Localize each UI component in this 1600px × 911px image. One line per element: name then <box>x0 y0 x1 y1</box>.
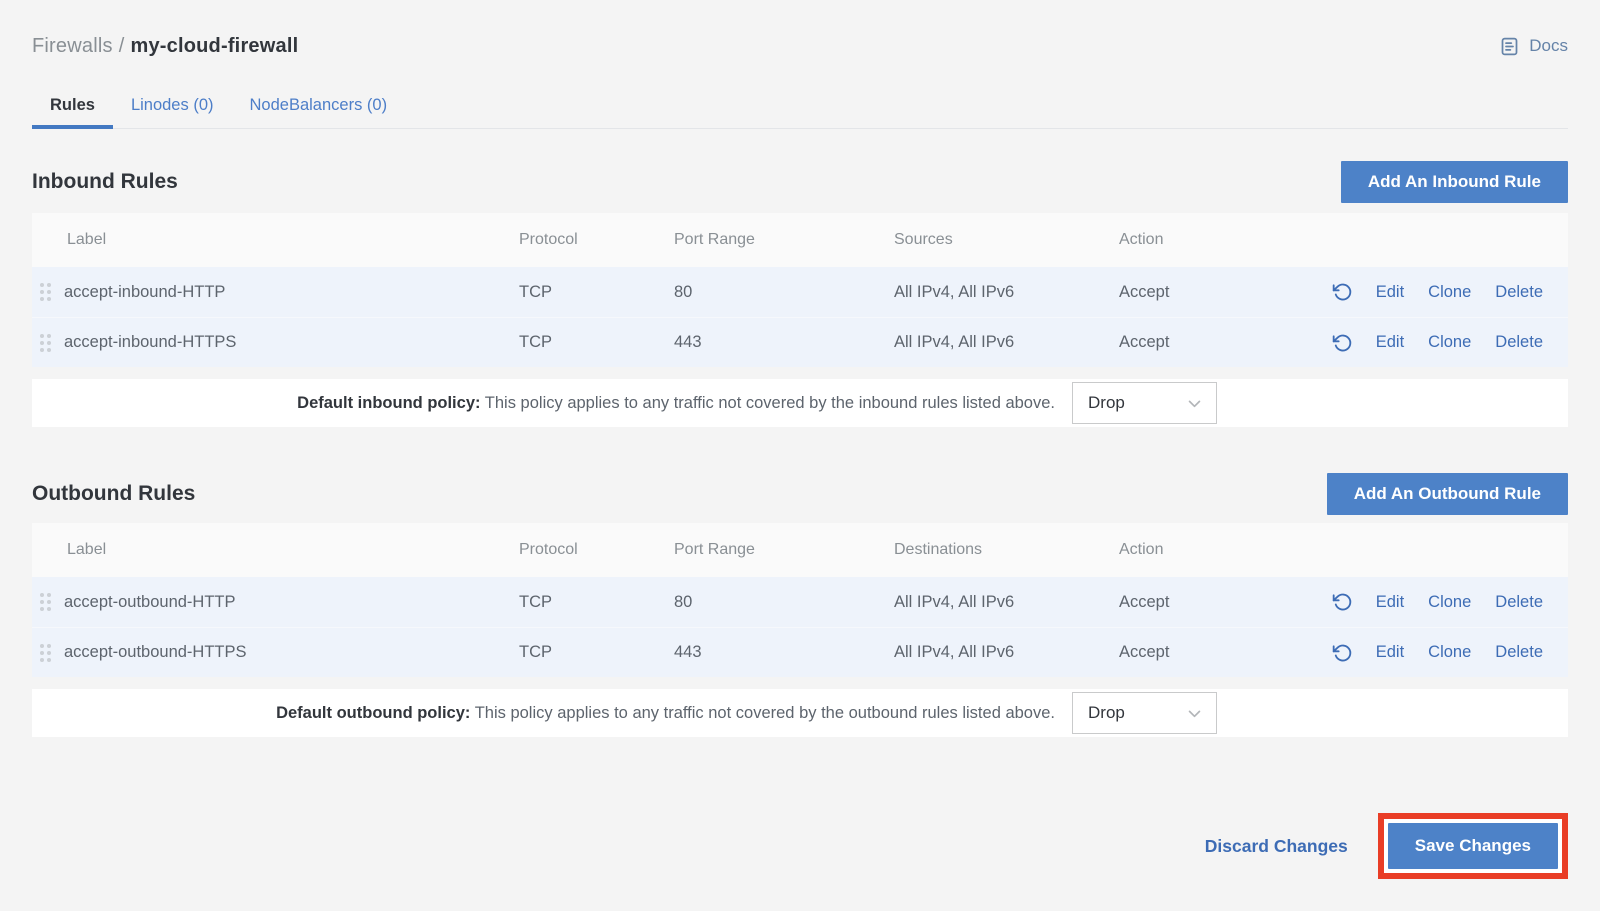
clone-link[interactable]: Clone <box>1428 283 1471 302</box>
default-outbound-policy-text: Default outbound policy: This policy app… <box>276 704 1055 723</box>
rule-sources: All IPv4, All IPv6 <box>894 283 1119 302</box>
default-outbound-policy-row: Default outbound policy: This policy app… <box>32 689 1568 737</box>
rule-port-range: 80 <box>674 283 894 302</box>
rule-action: Accept <box>1119 283 1299 302</box>
column-header-port-range: Port Range <box>674 231 894 249</box>
outbound-rules-table: Label Protocol Port Range Destinations A… <box>32 523 1568 677</box>
undo-icon[interactable] <box>1332 333 1352 353</box>
column-header-action: Action <box>1119 231 1299 249</box>
delete-link[interactable]: Delete <box>1495 593 1543 612</box>
default-inbound-policy-row: Default inbound policy: This policy appl… <box>32 379 1568 427</box>
tab-bar: Rules Linodes (0) NodeBalancers (0) <box>32 86 1568 129</box>
rule-label: accept-outbound-HTTP <box>64 593 236 612</box>
rule-action: Accept <box>1119 333 1299 352</box>
inbound-rules-table: Label Protocol Port Range Sources Action… <box>32 213 1568 367</box>
column-header-sources: Sources <box>894 231 1119 249</box>
drag-handle-icon[interactable] <box>40 593 51 611</box>
tab-nodebalancers[interactable]: NodeBalancers (0) <box>232 86 406 128</box>
docs-icon <box>1499 36 1520 57</box>
rule-action: Accept <box>1119 593 1299 612</box>
column-header-destinations: Destinations <box>894 541 1119 559</box>
rule-label: accept-inbound-HTTP <box>64 283 225 302</box>
breadcrumb: Firewalls /my-cloud-firewall <box>32 35 298 58</box>
selected-outbound-policy: Drop <box>1088 703 1125 723</box>
edit-link[interactable]: Edit <box>1376 283 1404 302</box>
clone-link[interactable]: Clone <box>1428 333 1471 352</box>
save-changes-button[interactable]: Save Changes <box>1388 823 1558 869</box>
rule-label: accept-outbound-HTTPS <box>64 643 247 662</box>
tab-rules[interactable]: Rules <box>32 86 113 128</box>
undo-icon[interactable] <box>1332 643 1352 663</box>
rule-sources: All IPv4, All IPv6 <box>894 333 1119 352</box>
add-outbound-rule-button[interactable]: Add An Outbound Rule <box>1327 473 1568 515</box>
docs-link[interactable]: Docs <box>1499 36 1568 57</box>
rule-label: accept-inbound-HTTPS <box>64 333 236 352</box>
default-outbound-policy-select[interactable]: Drop <box>1072 692 1217 734</box>
edit-link[interactable]: Edit <box>1376 593 1404 612</box>
default-inbound-policy-label: Default inbound policy: <box>297 394 480 412</box>
undo-icon[interactable] <box>1332 282 1352 302</box>
column-header-action: Action <box>1119 541 1299 559</box>
outbound-section-header: Outbound Rules Add An Outbound Rule <box>32 473 1568 515</box>
clone-link[interactable]: Clone <box>1428 643 1471 662</box>
add-inbound-rule-button[interactable]: Add An Inbound Rule <box>1341 161 1568 203</box>
outbound-table-header: Label Protocol Port Range Destinations A… <box>32 523 1568 577</box>
drag-handle-icon[interactable] <box>40 283 51 301</box>
column-header-protocol: Protocol <box>519 231 674 249</box>
breadcrumb-separator: / <box>119 35 125 57</box>
inbound-rules-title: Inbound Rules <box>32 170 178 194</box>
discard-changes-button[interactable]: Discard Changes <box>1205 836 1348 857</box>
column-header-port-range: Port Range <box>674 541 894 559</box>
rule-destinations: All IPv4, All IPv6 <box>894 593 1119 612</box>
rule-port-range: 443 <box>674 643 894 662</box>
rule-port-range: 443 <box>674 333 894 352</box>
edit-link[interactable]: Edit <box>1376 333 1404 352</box>
rule-protocol: TCP <box>519 643 674 662</box>
default-outbound-policy-label: Default outbound policy: <box>276 704 470 722</box>
outbound-rules-title: Outbound Rules <box>32 482 195 506</box>
delete-link[interactable]: Delete <box>1495 643 1543 662</box>
top-bar: Firewalls /my-cloud-firewall Docs <box>32 28 1568 64</box>
inbound-section-header: Inbound Rules Add An Inbound Rule <box>32 161 1568 203</box>
tab-linodes[interactable]: Linodes (0) <box>113 86 232 128</box>
default-inbound-policy-select[interactable]: Drop <box>1072 382 1217 424</box>
breadcrumb-current-firewall: my-cloud-firewall <box>130 35 298 57</box>
rule-protocol: TCP <box>519 333 674 352</box>
table-row-accept-inbound-https: accept-inbound-HTTPS TCP 443 All IPv4, A… <box>32 317 1568 367</box>
column-header-protocol: Protocol <box>519 541 674 559</box>
rule-destinations: All IPv4, All IPv6 <box>894 643 1119 662</box>
rule-port-range: 80 <box>674 593 894 612</box>
edit-link[interactable]: Edit <box>1376 643 1404 662</box>
drag-handle-icon[interactable] <box>40 334 51 352</box>
clone-link[interactable]: Clone <box>1428 593 1471 612</box>
inbound-table-header: Label Protocol Port Range Sources Action <box>32 213 1568 267</box>
rule-action: Accept <box>1119 643 1299 662</box>
chevron-down-icon <box>1186 705 1203 722</box>
delete-link[interactable]: Delete <box>1495 333 1543 352</box>
delete-link[interactable]: Delete <box>1495 283 1543 302</box>
docs-label: Docs <box>1529 36 1568 56</box>
breadcrumb-firewalls-link[interactable]: Firewalls <box>32 35 113 57</box>
rule-protocol: TCP <box>519 283 674 302</box>
default-inbound-policy-text: Default inbound policy: This policy appl… <box>297 394 1055 413</box>
form-actions-footer: Discard Changes Save Changes <box>32 813 1568 879</box>
table-row-accept-inbound-http: accept-inbound-HTTP TCP 80 All IPv4, All… <box>32 267 1568 317</box>
drag-handle-icon[interactable] <box>40 644 51 662</box>
chevron-down-icon <box>1186 395 1203 412</box>
table-row-accept-outbound-http: accept-outbound-HTTP TCP 80 All IPv4, Al… <box>32 577 1568 627</box>
selected-inbound-policy: Drop <box>1088 393 1125 413</box>
table-row-accept-outbound-https: accept-outbound-HTTPS TCP 443 All IPv4, … <box>32 627 1568 677</box>
column-header-label: Label <box>32 231 519 249</box>
undo-icon[interactable] <box>1332 592 1352 612</box>
save-changes-highlight-annotation: Save Changes <box>1378 813 1568 879</box>
firewall-detail-page: Firewalls /my-cloud-firewall Docs Rules L… <box>0 0 1600 911</box>
column-header-label: Label <box>32 541 519 559</box>
rule-protocol: TCP <box>519 593 674 612</box>
